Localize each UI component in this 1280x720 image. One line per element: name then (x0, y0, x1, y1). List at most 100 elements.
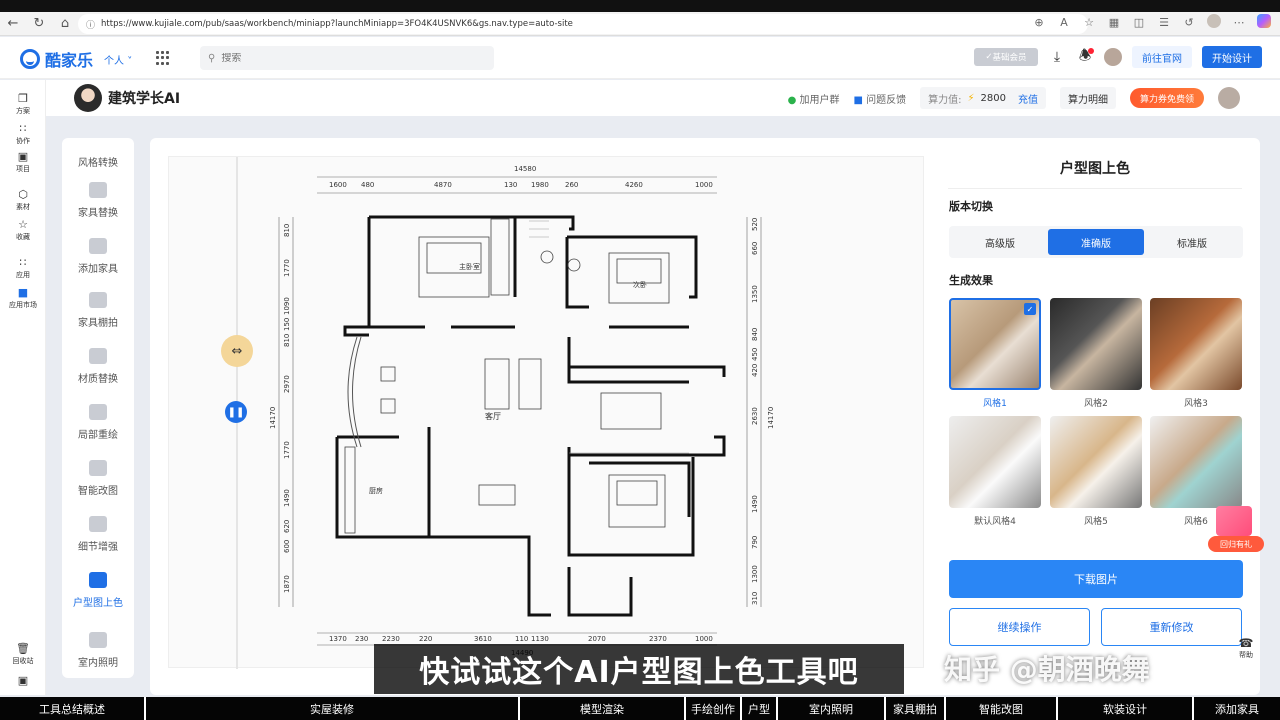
back-icon[interactable]: ← (0, 12, 26, 36)
rail-item-collab[interactable]: ∷ 协作 (0, 122, 46, 146)
chapter-item[interactable]: 实屋装修 (146, 697, 520, 720)
dim-left: 600 (283, 540, 291, 553)
version-tab-standard[interactable]: 标准版 (1144, 229, 1240, 255)
compare-toggle-icon[interactable]: ❚❚ (225, 401, 247, 423)
tool-add-furniture[interactable]: 添加家具 (62, 238, 134, 275)
rail-item-apps[interactable]: ∷ 应用 (0, 256, 46, 280)
browser-toolbar: ← ↻ ⌂ ⓘ https://www.kujiale.com/pub/saas… (0, 12, 1280, 36)
download-button[interactable]: 下载图片 (949, 560, 1243, 598)
split-screen-icon[interactable]: ◫ (1131, 16, 1147, 29)
version-tab-accurate[interactable]: 准确版 (1048, 229, 1144, 255)
dim-right: 1300 (751, 565, 759, 583)
version-switch: 高级版 准确版 标准版 (949, 226, 1243, 258)
chapter-item[interactable]: 室内照明 (778, 697, 886, 720)
favorites-list-icon[interactable]: ☰ (1156, 16, 1172, 29)
revise-button[interactable]: 重新修改 (1101, 608, 1242, 646)
chapter-item[interactable]: 手绘创作 (686, 697, 742, 720)
site-info-icon[interactable]: ⓘ (86, 18, 95, 31)
apps-grid-icon[interactable] (156, 51, 170, 65)
dim-bottom: 2370 (649, 635, 667, 643)
tool-detail-enhance[interactable]: 细节增强 (62, 516, 134, 553)
rail-item-app-market[interactable]: ■ 应用市场 (0, 286, 46, 310)
address-bar[interactable]: ⓘ https://www.kujiale.com/pub/saas/workb… (78, 14, 1088, 34)
style-thumb-1[interactable]: ✓ (949, 298, 1041, 390)
rail-item-materials[interactable]: ⬡ 素材 (0, 188, 46, 212)
copilot-icon[interactable] (1256, 14, 1272, 31)
rail-label: 应用市场 (9, 301, 37, 309)
dim-top: 130 (504, 181, 517, 189)
tool-inpaint[interactable]: 局部重绘 (62, 404, 134, 441)
floorplan-canvas[interactable]: 14580 1600 480 4870 130 1980 260 4260 10… (168, 156, 924, 669)
member-badge[interactable]: ✓ 基础会员 (974, 48, 1038, 66)
style-thumb-6[interactable] (1150, 416, 1242, 508)
help-button[interactable]: ☎ 帮助 (1236, 636, 1256, 660)
chapter-item[interactable]: 软装设计 (1058, 697, 1194, 720)
search-box[interactable]: ⚲ (200, 46, 494, 70)
continue-button[interactable]: 继续操作 (949, 608, 1090, 646)
user-avatar[interactable] (1104, 48, 1122, 66)
profile-icon[interactable] (1206, 14, 1222, 31)
version-tab-advanced[interactable]: 高级版 (952, 229, 1048, 255)
bell-icon[interactable]: 🕭 (1076, 48, 1094, 66)
read-aloud-icon[interactable]: A (1056, 16, 1072, 29)
search-icon: ⚲ (208, 52, 216, 64)
user-avatar[interactable] (1218, 87, 1240, 109)
brand-logo[interactable]: 酷家乐 个人 ˅ (20, 47, 132, 71)
chapter-item[interactable]: 智能改图 (946, 697, 1058, 720)
video-subtitle: 快试试这个AI户型图上色工具吧 (374, 644, 904, 694)
tool-furniture-replace[interactable]: 家具替换 (62, 182, 134, 219)
dim-left: 620 (283, 520, 291, 533)
style-thumb-4[interactable] (949, 416, 1041, 508)
search-input[interactable] (221, 52, 347, 64)
dim-bottom: 2230 (382, 635, 400, 643)
tool-floorplan-color[interactable]: 户型图上色 (62, 572, 134, 609)
dim-left: 1870 (283, 575, 291, 593)
history-icon[interactable]: ↺ (1181, 16, 1197, 29)
recharge-button[interactable]: 充值 (1018, 91, 1038, 106)
rail-item-more[interactable]: ▣ (0, 674, 46, 687)
menu-icon[interactable]: ⋯ (1231, 16, 1247, 29)
rail-item-plans[interactable]: ❐ 方案 (0, 92, 46, 116)
settings-panel: 户型图上色 版本切换 高级版 准确版 标准版 生成效果 ✓ 风格1 风格2 风格… (930, 138, 1260, 695)
power-detail-button[interactable]: 算力明细 (1059, 87, 1116, 109)
chapter-item[interactable]: 添加家具 (1194, 697, 1280, 720)
collab-icon: ∷ (19, 122, 27, 135)
dim-left: 1770 (283, 441, 291, 459)
coupon-button[interactable]: 算力券免费领 (1129, 88, 1204, 108)
style-thumb-3[interactable] (1150, 298, 1242, 390)
zoom-icon[interactable]: ⊕ (1031, 16, 1047, 29)
refresh-icon[interactable]: ↻ (26, 12, 52, 36)
home-icon[interactable]: ⌂ (52, 12, 78, 36)
style-thumb-5[interactable] (1050, 416, 1142, 508)
favorite-icon[interactable]: ☆ (1081, 16, 1097, 29)
bolt-icon: ⚡ (967, 92, 975, 104)
feedback-icon: ■ (853, 94, 863, 106)
tool-smart-edit[interactable]: 智能改图 (62, 460, 134, 497)
start-design-button[interactable]: 开始设计 (1202, 46, 1262, 68)
compare-drag-handle[interactable]: ⇔ (221, 335, 253, 367)
join-group-link[interactable]: ● 加用户群 (788, 91, 840, 106)
more-icon: ▣ (17, 674, 29, 687)
chapter-item[interactable]: 工具总结概述 (0, 697, 146, 720)
chapter-item[interactable]: 户型 (742, 697, 778, 720)
tool-material-replace[interactable]: 材质替换 (62, 348, 134, 385)
official-site-button[interactable]: 前往官网 (1132, 46, 1192, 68)
rail-label: 收藏 (16, 233, 30, 241)
tool-furniture-shoot[interactable]: 家具棚拍 (62, 292, 134, 329)
gift-promo[interactable]: 回归有礼 (1208, 504, 1264, 554)
tool-interior-lighting[interactable]: 室内照明 (62, 632, 134, 669)
chapter-item[interactable]: 模型渲染 (520, 697, 686, 720)
tool-style-transfer[interactable]: 风格转换 (62, 148, 134, 169)
feedback-link[interactable]: ■ 问题反馈 (853, 91, 906, 106)
account-switch[interactable]: 个人 ˅ (104, 52, 132, 67)
style-thumb-2[interactable] (1050, 298, 1142, 390)
star-icon: ☆ (18, 218, 28, 231)
extensions-icon[interactable]: ▦ (1106, 16, 1122, 29)
rail-item-projects[interactable]: ▣ 项目 (0, 150, 46, 174)
rail-item-trash[interactable]: 🗑 回收站 (0, 642, 46, 666)
download-icon[interactable]: ⤓ (1048, 48, 1066, 66)
chapter-item[interactable]: 家具棚拍 (886, 697, 946, 720)
rail-item-favorites[interactable]: ☆ 收藏 (0, 218, 46, 242)
tool-label: 家具替换 (78, 208, 118, 219)
image-edit-icon (89, 460, 107, 476)
